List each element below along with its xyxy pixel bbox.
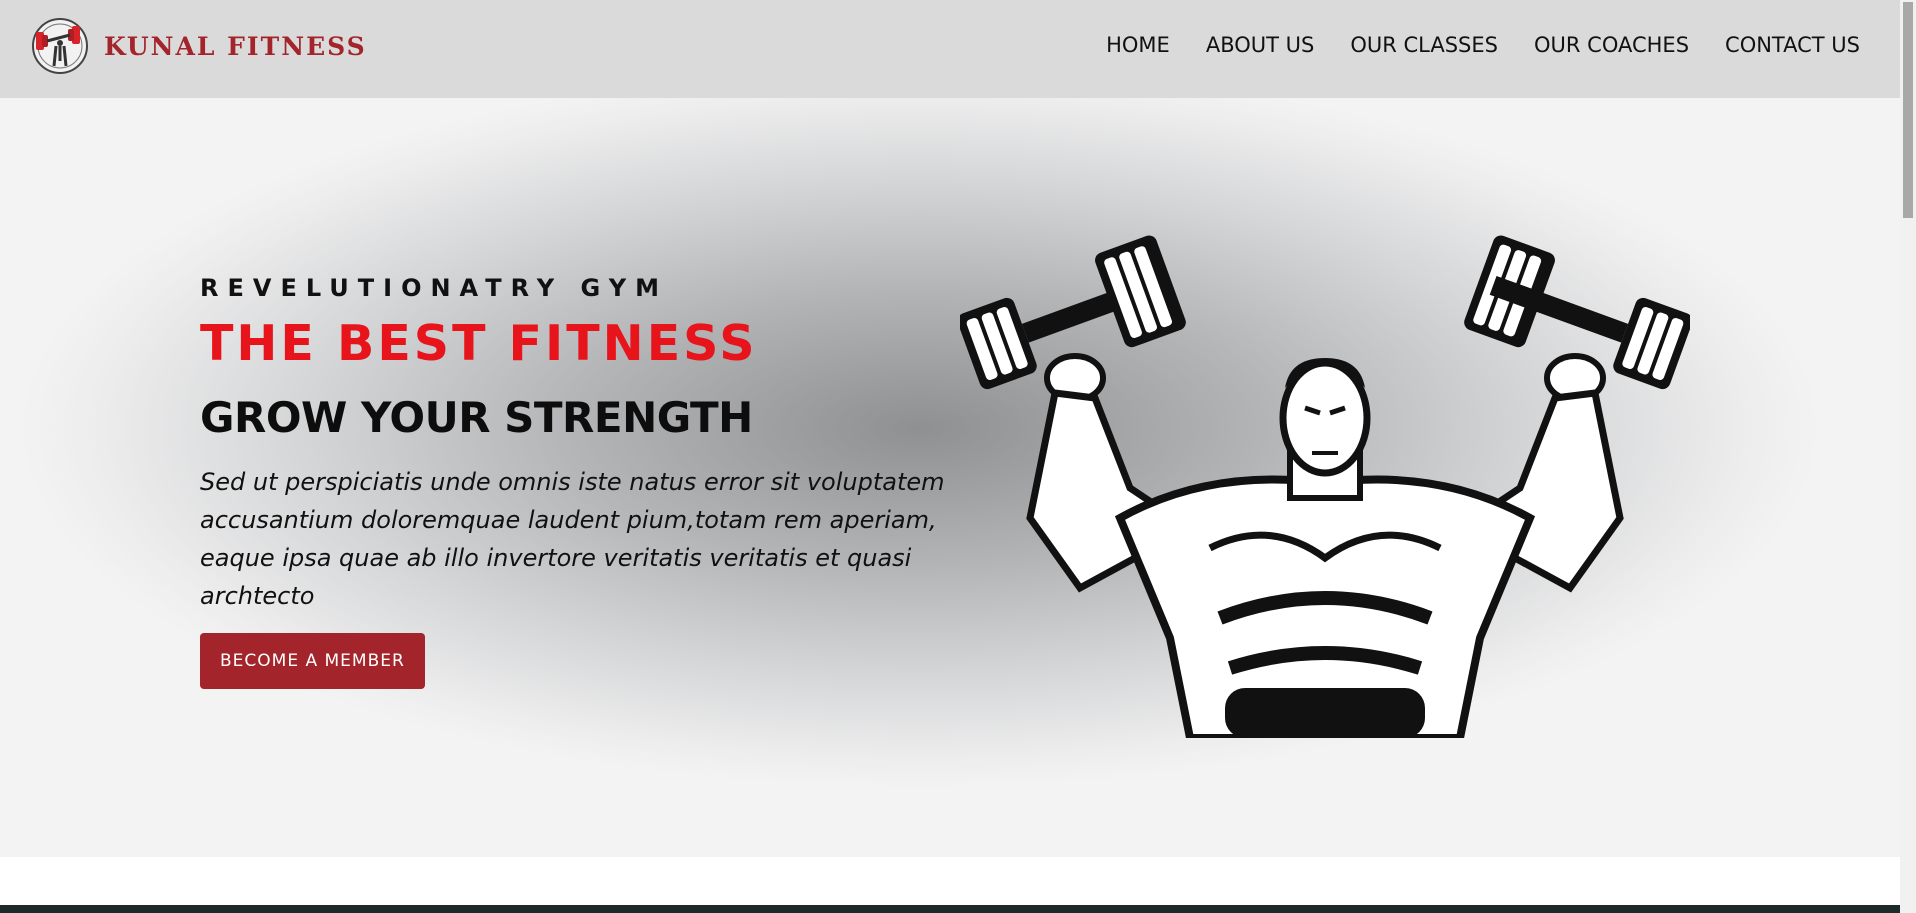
hero-title: THE BEST FITNESS <box>200 315 758 372</box>
bodybuilder-dumbbells-illustration <box>960 235 1690 738</box>
brand-name: KUNAL FITNESS <box>104 31 367 61</box>
dumbbell-logo-icon <box>32 18 88 74</box>
hero-section: REVELUTIONATRY GYM THE BEST FITNESS GROW… <box>0 98 1900 857</box>
scrollbar-thumb[interactable] <box>1903 2 1913 218</box>
main-nav: HOME ABOUT US OUR CLASSES OUR COACHES CO… <box>1070 33 1860 57</box>
hero-subtitle: GROW YOUR STRENGTH <box>200 393 753 443</box>
hero-eyebrow: REVELUTIONATRY GYM <box>200 274 668 302</box>
nav-about-us[interactable]: ABOUT US <box>1206 33 1315 57</box>
hero-content: REVELUTIONATRY GYM THE BEST FITNESS GROW… <box>200 274 960 689</box>
navbar: KUNAL FITNESS HOME ABOUT US OUR CLASSES … <box>0 0 1900 98</box>
nav-our-coaches[interactable]: OUR COACHES <box>1534 33 1689 57</box>
nav-contact-us[interactable]: CONTACT US <box>1725 33 1860 57</box>
brand[interactable]: KUNAL FITNESS <box>30 16 367 76</box>
become-member-button[interactable]: BECOME A MEMBER <box>200 632 425 689</box>
nav-home[interactable]: HOME <box>1106 33 1170 57</box>
next-section-preview <box>0 905 1900 913</box>
nav-our-classes[interactable]: OUR CLASSES <box>1350 33 1498 57</box>
page-scrollbar[interactable] <box>1900 0 1916 913</box>
hero-description: Sed ut perspiciatis unde omnis iste natu… <box>200 467 945 610</box>
